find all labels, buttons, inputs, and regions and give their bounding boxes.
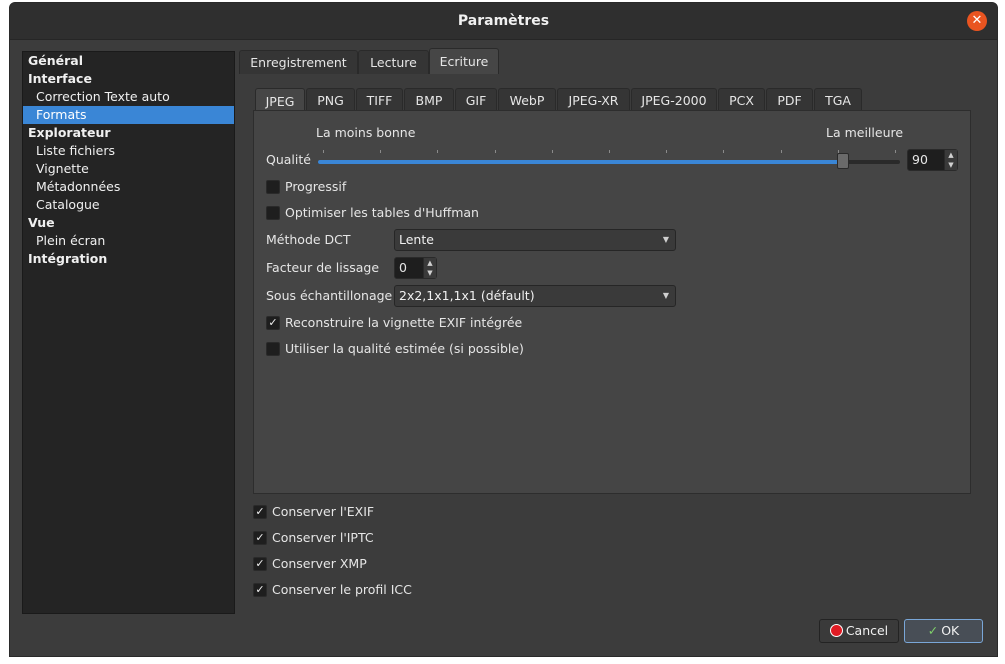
exif-thumb-checkbox[interactable]: ✓ [266,316,280,330]
sidebar-item-autocorrect[interactable]: Correction Texte auto [23,88,234,106]
tab-lecture[interactable]: Lecture [358,50,429,74]
tab-bmp[interactable]: BMP [404,88,454,112]
sidebar-item-general[interactable]: Général [23,52,234,70]
keep-xmp-label: Conserver XMP [272,556,367,571]
quality-slider-handle[interactable] [836,153,849,169]
quality-max-label: La meilleure [826,125,904,140]
slider-tick [780,150,782,153]
chevron-down-icon: ▼ [662,291,669,300]
sidebar-item-interface[interactable]: Interface [23,70,234,88]
tab-tga[interactable]: TGA [814,88,862,112]
slider-tick [723,150,725,153]
tab-gif[interactable]: GIF [455,88,497,112]
tab-jpeg-xr[interactable]: JPEG-XR [557,88,630,112]
tab-png[interactable]: PNG [306,88,355,112]
dct-value: Lente [399,232,434,247]
progressive-label: Progressif [285,179,347,194]
smoothing-value: 0 [399,260,407,275]
keep-iptc-checkbox[interactable]: ✓ [253,531,267,545]
sidebar-item-metadata[interactable]: Métadonnées [23,178,234,196]
dct-label: Méthode DCT [266,232,351,247]
exif-thumb-label: Reconstruire la vignette EXIF intégrée [285,315,523,330]
sidebar-item-fullscreen[interactable]: Plein écran [23,232,234,250]
chevron-down-icon: ▼ [662,235,669,244]
close-icon[interactable]: ✕ [967,11,987,31]
subsampling-combo[interactable]: 2x2,1x1,1x1 (défault) ▼ [394,285,676,307]
spin-down-icon[interactable]: ▼ [424,268,436,278]
tab-pcx[interactable]: PCX [718,88,765,112]
subsampling-label: Sous échantillonage [266,288,393,303]
tab-webp[interactable]: WebP [498,88,556,112]
sidebar-item-formats[interactable]: Formats [23,106,234,124]
estimated-quality-label: Utiliser la qualité estimée (si possible… [285,341,524,356]
sidebar: Général Interface Correction Texte auto … [22,51,235,614]
quality-min-label: La moins bonne [316,125,416,140]
huffman-checkbox[interactable] [266,206,280,220]
window-title: Paramètres [457,13,550,29]
ok-button[interactable]: ✓ OK [904,619,983,643]
keep-icc-checkbox[interactable]: ✓ [253,583,267,597]
keep-icc-label: Conserver le profil ICC [272,582,412,597]
quality-label: Qualité [266,152,311,167]
spin-arrows[interactable]: ▲ ▼ [944,150,957,170]
slider-tick [437,150,439,153]
ok-label: OK [941,623,960,638]
sidebar-item-integration[interactable]: Intégration [23,250,234,268]
ok-icon: ✓ [927,623,939,638]
sidebar-item-catalog[interactable]: Catalogue [23,196,234,214]
spin-up-icon[interactable]: ▲ [945,150,957,160]
huffman-label: Optimiser les tables d'Huffman [285,205,479,220]
keep-iptc-label: Conserver l'IPTC [272,530,374,545]
spin-up-icon[interactable]: ▲ [424,258,436,268]
tab-jpeg-2000[interactable]: JPEG-2000 [631,88,717,112]
dct-combo[interactable]: Lente ▼ [394,229,676,251]
slider-tick [494,150,496,153]
cancel-icon [829,624,843,637]
smoothing-label: Facteur de lissage [266,260,380,275]
slider-tick [895,150,896,153]
quality-slider[interactable] [318,160,900,164]
sidebar-item-explorer[interactable]: Explorateur [23,124,234,142]
quality-slider-fill [318,160,842,164]
slider-tick [551,150,553,153]
tab-enregistrement[interactable]: Enregistrement [239,50,358,74]
progressive-checkbox[interactable] [266,180,280,194]
smoothing-spinbox[interactable]: 0 ▲ ▼ [394,257,437,279]
subsampling-value: 2x2,1x1,1x1 (défault) [399,288,535,303]
tab-pdf[interactable]: PDF [766,88,813,112]
slider-tick [323,150,324,153]
title-bar: Paramètres ✕ [10,3,997,40]
slider-tick [666,150,668,153]
keep-exif-label: Conserver l'EXIF [272,504,375,519]
keep-xmp-checkbox[interactable]: ✓ [253,557,267,571]
sidebar-item-view[interactable]: Vue [23,214,234,232]
quality-spinbox[interactable]: 90 ▲ ▼ [907,149,958,171]
slider-tick [380,150,382,153]
quality-value: 90 [912,152,928,167]
spin-down-icon[interactable]: ▼ [945,160,957,170]
sidebar-item-file-list[interactable]: Liste fichiers [23,142,234,160]
slider-tick [609,150,610,153]
tab-ecriture[interactable]: Ecriture [429,48,499,74]
cancel-label: Cancel [845,623,889,638]
sidebar-item-thumbnail[interactable]: Vignette [23,160,234,178]
estimated-quality-checkbox[interactable] [266,342,280,356]
tab-tiff[interactable]: TIFF [356,88,403,112]
spin-arrows[interactable]: ▲ ▼ [423,258,436,278]
cancel-button[interactable]: Cancel [819,619,899,643]
keep-exif-checkbox[interactable]: ✓ [253,505,267,519]
